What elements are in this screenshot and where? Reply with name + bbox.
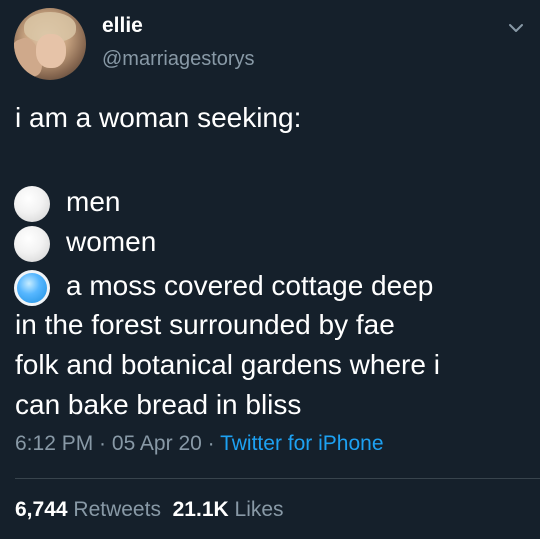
radio-selected-icon — [14, 270, 50, 306]
tweet-stats: 6,744 Retweets 21.1K Likes — [15, 498, 284, 522]
tweet-date[interactable]: 05 Apr 20 — [112, 432, 202, 455]
retweets-label: Retweets — [73, 498, 161, 521]
radio-unselected-icon — [14, 186, 50, 222]
tweet-source-link[interactable]: Twitter for iPhone — [220, 432, 383, 455]
separator: · — [201, 432, 221, 455]
radio-unselected-icon — [14, 226, 50, 262]
display-name[interactable]: ellie — [102, 14, 143, 38]
avatar[interactable] — [14, 8, 86, 80]
likes-stat[interactable]: 21.1K Likes — [173, 498, 284, 521]
separator: · — [93, 432, 112, 455]
likes-label: Likes — [234, 498, 284, 521]
avatar-face — [36, 34, 66, 68]
tweet-text-line: in the forest surrounded by fae — [15, 309, 395, 340]
retweets-count: 6,744 — [15, 498, 68, 521]
user-handle[interactable]: @marriagestorys — [102, 48, 255, 71]
tweet-text-line: folk and botanical gardens where i — [15, 349, 440, 380]
divider — [15, 478, 540, 479]
tweet-intro: i am a woman seeking: — [15, 102, 302, 133]
chevron-down-icon[interactable] — [506, 18, 526, 38]
option-label: men — [66, 186, 121, 217]
tweet-card: ellie @marriagestorys i am a woman seeki… — [0, 0, 540, 539]
option-label: women — [66, 226, 157, 257]
retweets-stat[interactable]: 6,744 Retweets — [15, 498, 161, 521]
tweet-time[interactable]: 6:12 PM — [15, 432, 93, 455]
tweet-text-line: can bake bread in bliss — [15, 389, 302, 420]
option-label: a moss covered cottage deep — [66, 270, 434, 301]
likes-count: 21.1K — [172, 498, 229, 521]
tweet-meta: 6:12 PM · 05 Apr 20 · Twitter for iPhone — [15, 432, 384, 456]
